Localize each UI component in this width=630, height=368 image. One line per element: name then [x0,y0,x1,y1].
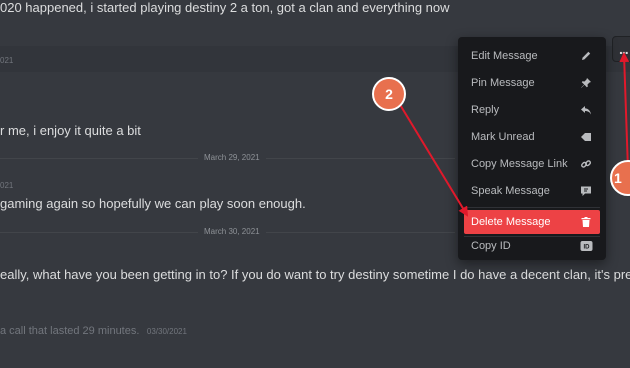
annotation-arrow-1 [619,52,630,171]
annotation-arrow-2 [398,102,469,217]
annotation-arrows [398,52,630,217]
annotation-step-2-badge: 2 [372,77,406,111]
